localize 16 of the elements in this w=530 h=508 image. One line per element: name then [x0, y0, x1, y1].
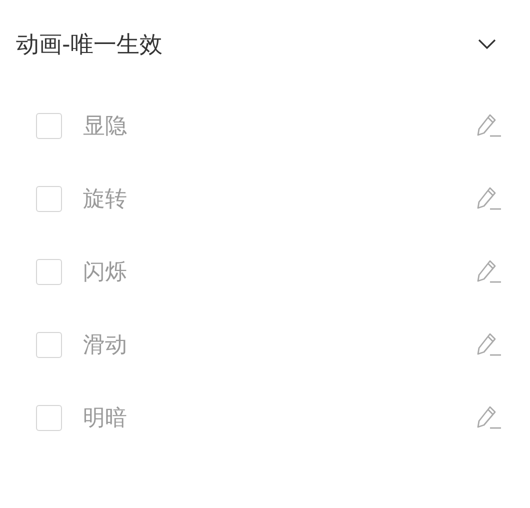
edit-icon[interactable] — [476, 330, 502, 358]
section-title: 动画-唯一生效 — [16, 30, 162, 60]
checkbox[interactable] — [36, 258, 62, 284]
item-label: 闪烁 — [83, 258, 128, 286]
edit-icon[interactable] — [476, 404, 502, 432]
checkbox[interactable] — [36, 112, 62, 138]
item-label: 滑动 — [83, 332, 128, 360]
edit-icon[interactable] — [476, 112, 502, 140]
item-label: 明暗 — [83, 404, 128, 432]
checkbox[interactable] — [36, 404, 62, 430]
edit-icon[interactable] — [476, 258, 502, 286]
edit-icon[interactable] — [476, 184, 502, 212]
item-label: 旋转 — [83, 186, 128, 214]
checkbox[interactable] — [36, 186, 62, 212]
item-label: 显隐 — [83, 112, 128, 140]
checkbox[interactable] — [36, 332, 62, 358]
